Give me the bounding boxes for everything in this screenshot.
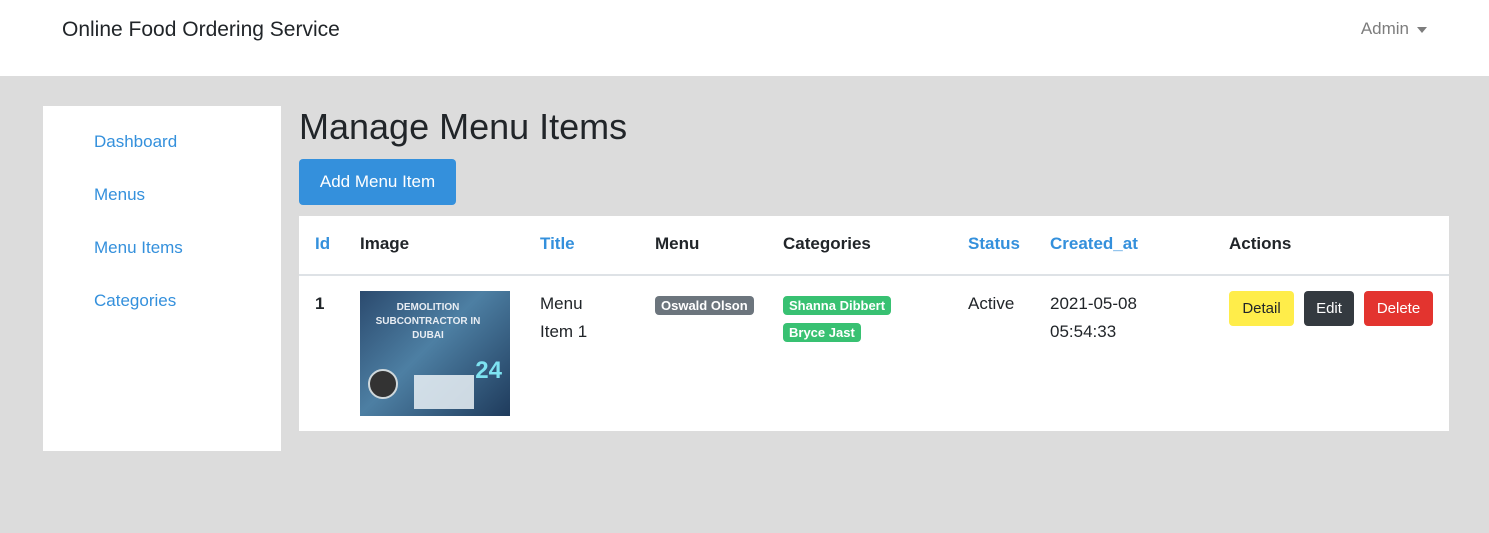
table-header-divider: [299, 274, 1449, 276]
row-created-date: 2021-05-08: [1050, 294, 1137, 313]
category-badge: Bryce Jast: [783, 323, 861, 342]
header-categories: Categories: [783, 234, 871, 253]
sidebar-item-menus[interactable]: Menus: [94, 184, 145, 206]
header-actions: Actions: [1229, 234, 1292, 253]
brand-link[interactable]: Online Food Ordering Service: [62, 16, 340, 44]
sidebar-item-categories[interactable]: Categories: [94, 290, 176, 312]
row-title-line1: Menu: [540, 294, 583, 313]
page-title: Manage Menu Items: [299, 106, 628, 147]
menu-badge: Oswald Olson: [655, 296, 754, 315]
admin-label: Admin: [1360, 19, 1409, 38]
category-badge: Shanna Dibbert: [783, 296, 892, 315]
row-title-line2: Item 1: [540, 322, 588, 341]
chevron-down-icon: [1417, 27, 1427, 33]
image-contact-box: [414, 375, 474, 409]
header-menu: Menu: [655, 234, 700, 253]
delete-button[interactable]: Delete: [1364, 291, 1433, 326]
row-id: 1: [315, 294, 325, 313]
detail-button[interactable]: Detail: [1229, 291, 1294, 326]
header-id[interactable]: Id: [315, 233, 330, 255]
image-badge-circle: [368, 369, 398, 399]
header-created-at[interactable]: Created_at: [1050, 233, 1138, 255]
row-created-time: 05:54:33: [1050, 322, 1117, 341]
menu-item-image: DEMOLITION SUBCONTRACTOR IN DUBAI 24: [360, 291, 510, 416]
image-caption: DEMOLITION SUBCONTRACTOR IN DUBAI: [375, 302, 481, 341]
image-number: 24: [475, 357, 502, 384]
sidebar: Dashboard Menus Menu Items Categories: [43, 106, 281, 451]
menu-items-table: Id Image Title Menu Categories Status Cr…: [299, 216, 1449, 431]
add-menu-item-button[interactable]: Add Menu Item: [299, 159, 456, 205]
header-status[interactable]: Status: [968, 233, 1020, 255]
header-image: Image: [360, 234, 410, 253]
admin-dropdown[interactable]: Admin: [1361, 18, 1427, 40]
top-navbar: Online Food Ordering Service Admin: [0, 0, 1489, 76]
sidebar-item-menu-items[interactable]: Menu Items: [94, 237, 183, 259]
sidebar-item-dashboard[interactable]: Dashboard: [94, 131, 177, 153]
row-status: Active: [968, 294, 1015, 313]
header-title[interactable]: Title: [540, 233, 575, 255]
edit-button[interactable]: Edit: [1304, 291, 1354, 326]
